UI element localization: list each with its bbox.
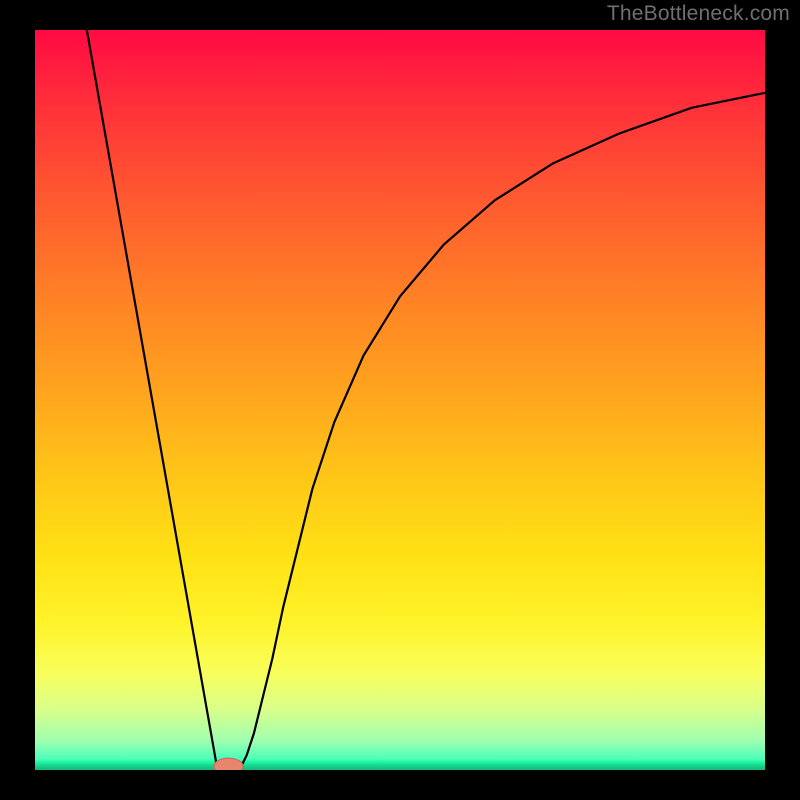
watermark-text: TheBottleneck.com (607, 2, 790, 26)
minimum-marker (214, 758, 243, 770)
chart-frame: TheBottleneck.com (0, 0, 800, 800)
bottleneck-curve (35, 30, 765, 770)
chart-svg (35, 30, 765, 770)
plot-area (35, 30, 765, 770)
